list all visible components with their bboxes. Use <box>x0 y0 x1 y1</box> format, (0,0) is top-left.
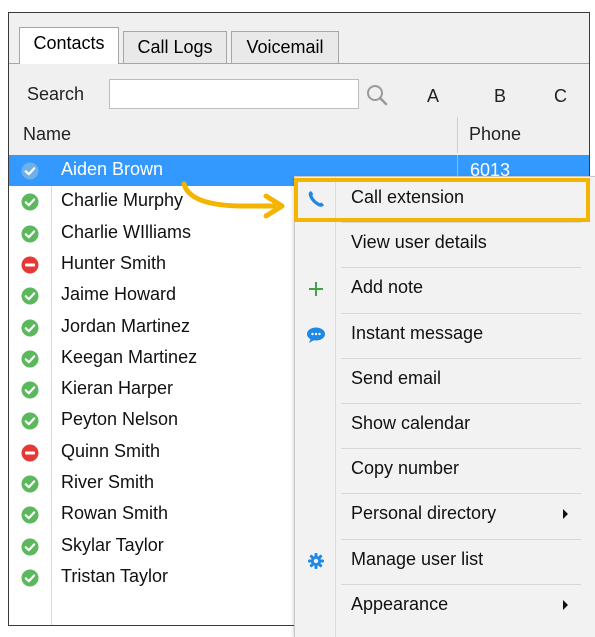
contact-name: Tristan Taylor <box>61 566 169 586</box>
menu-item[interactable]: Show calendar <box>295 403 595 448</box>
submenu-arrow-icon <box>563 600 568 610</box>
tab-strip: Contacts Call Logs Voicemail <box>9 13 589 77</box>
available-status-icon <box>21 193 39 211</box>
available-status-icon <box>21 225 39 243</box>
menu-item[interactable]: Send email <box>295 358 595 403</box>
menu-item-label: Appearance <box>351 594 449 614</box>
available-status-icon <box>21 381 39 399</box>
menu-separator <box>341 222 581 223</box>
search-icon[interactable] <box>363 81 391 109</box>
available-status-icon <box>21 506 39 524</box>
menu-item[interactable]: Personal directory <box>295 493 595 538</box>
available-status-icon <box>21 475 39 493</box>
name-column-header[interactable]: Name <box>23 124 71 145</box>
menu-separator <box>341 584 581 585</box>
search-input[interactable] <box>109 79 359 109</box>
contact-name: Rowan Smith <box>61 503 169 523</box>
context-menu: Call extension View user details Add note I… <box>294 176 595 637</box>
menu-item-label: Manage user list <box>351 549 484 569</box>
contact-name: Jaime Howard <box>61 284 177 304</box>
contact-name: Quinn Smith <box>61 441 161 461</box>
contact-name: Hunter Smith <box>61 253 167 273</box>
chat-bubble-icon <box>307 327 325 343</box>
tab-call-logs[interactable]: Call Logs <box>123 31 227 63</box>
alpha-index-b[interactable]: B <box>494 86 506 107</box>
menu-item-label: Copy number <box>351 458 460 478</box>
menu-separator <box>341 403 581 404</box>
contact-name: Keegan Martinez <box>61 347 198 367</box>
menu-item[interactable]: Appearance <box>295 584 595 629</box>
menu-item-label: View user details <box>351 232 487 252</box>
alpha-index-a[interactable]: A <box>427 86 439 107</box>
search-row: Search A B C <box>9 77 589 115</box>
menu-item[interactable]: Add note <box>295 267 595 312</box>
alpha-index-c[interactable]: C <box>554 86 567 107</box>
menu-item-label: Personal directory <box>351 503 497 523</box>
contact-name: Peyton Nelson <box>61 409 179 429</box>
menu-separator <box>341 313 581 314</box>
menu-separator <box>341 539 581 540</box>
menu-item[interactable]: Copy number <box>295 448 595 493</box>
contact-name: Charlie Murphy <box>61 190 184 210</box>
submenu-arrow-icon <box>563 509 568 519</box>
contact-name: Skylar Taylor <box>61 535 164 555</box>
plus-icon <box>309 282 323 296</box>
tab-voicemail[interactable]: Voicemail <box>231 31 339 63</box>
contact-name: Charlie WIlliams <box>61 222 192 242</box>
menu-item-label: Instant message <box>351 323 484 343</box>
contact-name: Kieran Harper <box>61 378 174 398</box>
available-status-icon <box>21 538 39 556</box>
menu-separator <box>341 493 581 494</box>
menu-item-label: Send email <box>351 368 442 388</box>
column-divider <box>457 117 458 153</box>
tab-contacts[interactable]: Contacts <box>19 27 119 64</box>
pointer-arrow-icon <box>181 181 285 219</box>
list-header: Name Phone <box>9 117 589 153</box>
menu-item-label: Show calendar <box>351 413 471 433</box>
available-status-icon <box>21 350 39 368</box>
menu-separator <box>341 358 581 359</box>
menu-item[interactable]: Instant message <box>295 313 595 358</box>
gear-icon <box>308 553 324 569</box>
available-status-icon <box>21 162 39 180</box>
menu-separator <box>341 267 581 268</box>
contact-name: Aiden Brown <box>61 159 164 179</box>
contact-name: Jordan Martinez <box>61 316 191 336</box>
phone-column-header[interactable]: Phone <box>469 124 521 145</box>
menu-item[interactable]: View user details <box>295 222 595 267</box>
highlight-box <box>294 178 590 222</box>
busy-status-icon <box>21 444 39 462</box>
available-status-icon <box>21 569 39 587</box>
menu-item-label: Add note <box>351 277 424 297</box>
available-status-icon <box>21 412 39 430</box>
available-status-icon <box>21 319 39 337</box>
search-label: Search <box>27 84 85 104</box>
menu-item[interactable]: Manage user list <box>295 539 595 584</box>
contact-name: River Smith <box>61 472 155 492</box>
busy-status-icon <box>21 256 39 274</box>
menu-separator <box>341 448 581 449</box>
available-status-icon <box>21 287 39 305</box>
